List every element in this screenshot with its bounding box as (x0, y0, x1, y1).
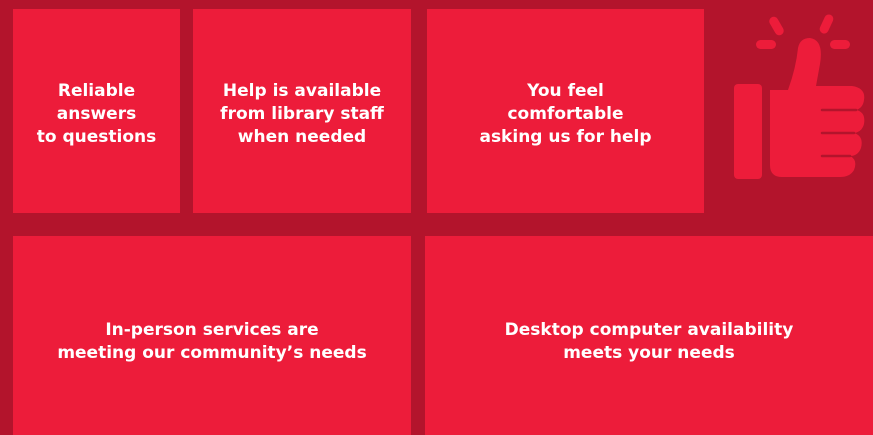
tile-line: comfortable (507, 103, 624, 124)
tile-line: You feel (527, 80, 604, 101)
tile-line: from library staff (220, 103, 384, 124)
tile-feel-comfortable: You feel comfortable asking us for help (427, 9, 704, 213)
tile-text: Desktop computer availability meets your… (505, 319, 794, 365)
tile-text: Help is available from library staff whe… (220, 80, 384, 149)
tile-line: meeting our community’s needs (57, 342, 367, 363)
tile-line: Help is available (222, 80, 382, 101)
tile-reliable-answers: Reliable answers to questions (13, 9, 180, 213)
tile-text: In-person services are meeting our commu… (57, 319, 366, 365)
tile-line: Desktop computer availability (504, 319, 794, 340)
tile-desktop-computers: Desktop computer availability meets your… (425, 236, 873, 435)
tile-text: You feel comfortable asking us for help (479, 80, 651, 149)
tile-help-available: Help is available from library staff whe… (193, 9, 411, 213)
thumbs-up-icon (730, 12, 870, 182)
tile-line: answers (56, 103, 137, 124)
tile-line: asking us for help (479, 126, 652, 147)
tile-in-person-services: In-person services are meeting our commu… (13, 236, 411, 435)
tile-line: Reliable (57, 80, 136, 101)
tile-line: to questions (36, 126, 157, 147)
tile-text: Reliable answers to questions (37, 80, 157, 149)
tile-line: In-person services are (105, 319, 319, 340)
tile-line: meets your needs (563, 342, 735, 363)
tile-line: when needed (237, 126, 367, 147)
